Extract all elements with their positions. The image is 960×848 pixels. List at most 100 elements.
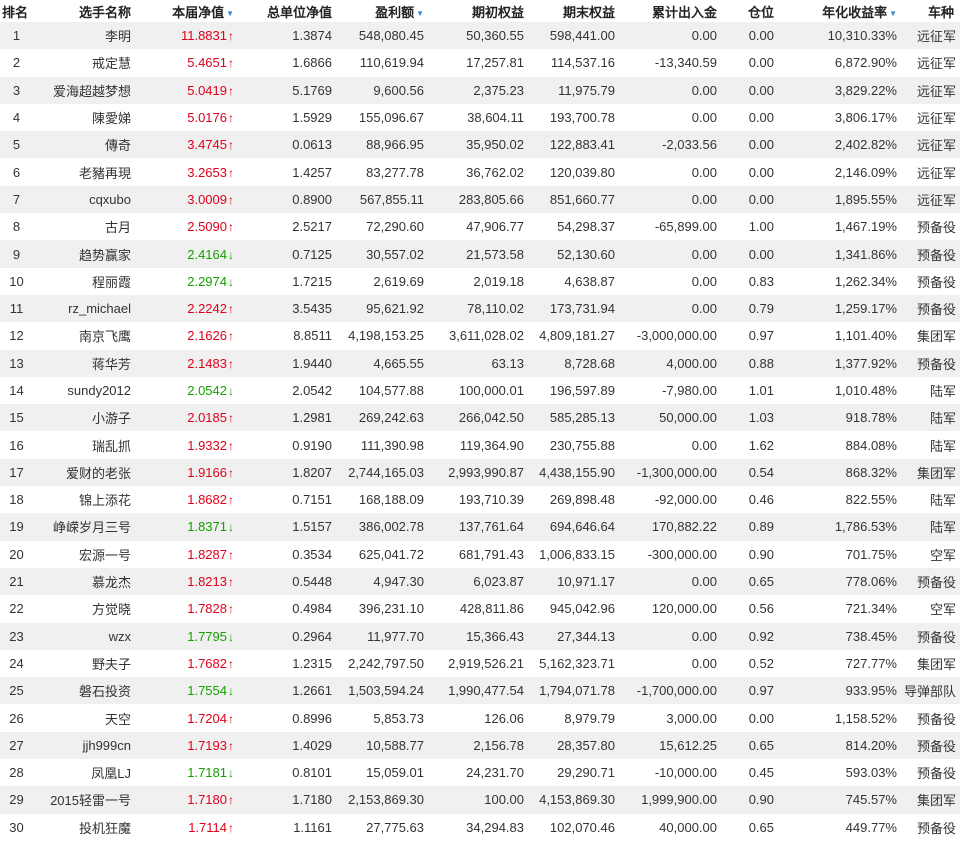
player-name-link[interactable]: 陳愛娣 <box>33 104 137 131</box>
col-header-type[interactable]: 车种 <box>903 0 960 22</box>
col-header-start-equity[interactable]: 期初权益 <box>430 0 530 22</box>
col-header-position[interactable]: 仓位 <box>723 0 780 22</box>
player-name-link[interactable]: 方觉晓 <box>33 595 137 622</box>
sort-down-icon[interactable]: ▼ <box>226 9 234 18</box>
table-row[interactable]: 19 峥嵘岁月三号 1.8371↓ 1.5157 386,002.78 137,761.6… <box>0 513 960 541</box>
player-name-link[interactable]: 古月 <box>33 213 137 240</box>
player-name-link[interactable]: 宏源一号 <box>33 541 137 568</box>
end-equity-cell: 28,357.80 <box>557 737 615 753</box>
player-name-link[interactable]: 爱财的老张 <box>33 459 137 486</box>
player-name-link[interactable]: 戒定慧 <box>33 49 137 76</box>
table-row[interactable]: 2 戒定慧 5.4651↑ 1.6866 110,619.94 17,257.81 114,… <box>0 49 960 77</box>
player-name-link[interactable]: 蒋华芳 <box>33 350 137 377</box>
table-row[interactable]: 29 2015轻雷一号 1.7180↑ 1.7180 2,153,869.30 100.0… <box>0 786 960 814</box>
table-row[interactable]: 1 李明 11.8831↑ 1.3874 548,080.45 50,360.55 598,… <box>0 22 960 50</box>
table-row[interactable]: 27 jjh999cn 1.7193↑ 1.4029 10,588.77 2,156.78… <box>0 731 960 760</box>
table-row[interactable]: 15 小游子 2.0185↑ 1.2981 269,242.63 266,042.50 58… <box>0 404 960 432</box>
table-row[interactable]: 9 趋势赢家 2.4164↓ 0.7125 30,557.02 21,573.58 52,1… <box>0 240 960 268</box>
table-row[interactable]: 25 磐石投资 1.7554↓ 1.2661 1,503,594.24 1,990,477… <box>0 677 960 705</box>
end-equity-cell: 1,006,833.15 <box>539 546 615 562</box>
sort-down-icon[interactable]: ▼ <box>889 9 897 18</box>
player-name-link[interactable]: sundy2012 <box>33 377 137 404</box>
sort-down-icon[interactable]: ▼ <box>416 9 424 18</box>
player-name-link[interactable]: 南京飞鹰 <box>33 322 137 349</box>
table-row[interactable]: 28 凤凰LJ 1.7181↓ 0.8101 15,059.01 24,231.70 29,… <box>0 759 960 787</box>
table-row[interactable]: 12 南京飞鹰 2.1626↑ 8.8511 4,198,153.25 3,611,028… <box>0 322 960 350</box>
table-row[interactable]: 5 傳奇 3.4745↑ 0.0613 88,966.95 35,950.02 122,88… <box>0 131 960 159</box>
nav-value: 2.0542 <box>187 383 227 398</box>
start-equity-cell: 137,761.64 <box>458 519 524 535</box>
player-name-link[interactable]: 瑞乱抓 <box>33 431 137 458</box>
total-nav-cell: 8.8511 <box>293 328 332 344</box>
col-header-flow[interactable]: 累计出入金 <box>621 0 723 22</box>
player-name-link[interactable]: 李明 <box>33 22 137 49</box>
table-row[interactable]: 7 cqxubo 3.0009↑ 0.8900 567,855.11 283,805.66… <box>0 185 960 214</box>
player-name-link[interactable]: 傳奇 <box>33 131 137 158</box>
table-row[interactable]: 10 程丽霞 2.2974↓ 1.7215 2,619.69 2,019.18 4,638.… <box>0 267 960 295</box>
annual-return-cell: 3,806.17% <box>834 110 897 126</box>
table-row[interactable]: 6 老豬再現 3.2653↑ 1.4257 83,277.78 36,762.02 120,… <box>0 158 960 186</box>
player-name-link[interactable]: 程丽霞 <box>33 268 137 295</box>
table-row[interactable]: 23 wzx 1.7795↓ 0.2964 11,977.70 15,366.43 27,3… <box>0 622 960 650</box>
annual-return-cell: 449.77% <box>845 819 897 835</box>
table-row[interactable]: 11 rz_michael 2.2242↑ 3.5435 95,621.92 78,110… <box>0 294 960 323</box>
player-name-link[interactable]: rz_michael <box>33 295 137 322</box>
arrow-up-icon: ↑ <box>228 711 234 726</box>
player-name-link[interactable]: 投机狂魔 <box>33 814 137 841</box>
end-equity-cell: 27,344.13 <box>557 628 615 644</box>
col-header-end-equity[interactable]: 期末权益 <box>530 0 621 22</box>
table-row[interactable]: 30 投机狂魔 1.7114↑ 1.1161 27,775.63 34,294.83 102… <box>0 813 960 841</box>
table-row[interactable]: 26 天空 1.7204↑ 0.8996 5,853.73 126.06 8,979.79 3… <box>0 704 960 732</box>
table-row[interactable]: 16 瑞乱抓 1.9332↑ 0.9190 111,390.98 119,364.90 23… <box>0 431 960 459</box>
player-name-link[interactable]: jjh999cn <box>33 732 137 759</box>
player-name-link[interactable]: 小游子 <box>33 404 137 431</box>
type-cell: 预备役 <box>916 247 956 263</box>
player-name-link[interactable]: 磐石投资 <box>33 677 137 704</box>
table-row[interactable]: 4 陳愛娣 5.0176↑ 1.5929 155,096.67 38,604.11 193,… <box>0 103 960 132</box>
col-header-profit[interactable]: 盈利额 ▼ <box>338 0 430 22</box>
player-name-link[interactable]: 慕龙杰 <box>33 568 137 595</box>
flow-cell: -10,000.00 <box>654 765 717 781</box>
table-row[interactable]: 18 锦上添花 1.8682↑ 0.7151 168,188.09 193,710.39 2… <box>0 486 960 514</box>
table-row[interactable]: 13 蒋华芳 2.1483↑ 1.9440 4,665.55 63.13 8,728.68 4… <box>0 349 960 377</box>
table-row[interactable]: 21 慕龙杰 1.8213↑ 0.5448 4,947.30 6,023.87 10,971… <box>0 567 960 596</box>
table-row[interactable]: 3 爱海超越梦想 5.0419↑ 5.1769 9,600.56 2,375.23 11,9… <box>0 76 960 104</box>
col-header-rank[interactable]: 排名 <box>0 0 33 22</box>
player-name-link[interactable]: 野夫子 <box>33 650 137 677</box>
rank-cell: 3 <box>12 82 21 98</box>
table-row[interactable]: 14 sundy2012 2.0542↓ 2.0542 104,577.88 100,00… <box>0 376 960 405</box>
player-name-link[interactable]: 凤凰LJ <box>33 759 137 786</box>
annual-return-cell: 6,872.90% <box>834 55 897 71</box>
rank-cell: 20 <box>9 546 24 562</box>
player-name-link[interactable]: 趋势赢家 <box>33 240 137 267</box>
table-row[interactable]: 17 爱财的老张 1.9166↑ 1.8207 2,744,165.03 2,993,99… <box>0 458 960 487</box>
start-equity-cell: 2,019.18 <box>473 273 524 289</box>
player-name-link[interactable]: 爱海超越梦想 <box>33 77 137 104</box>
total-nav-cell: 5.1769 <box>292 82 332 98</box>
col-header-name[interactable]: 选手名称 <box>33 0 137 22</box>
total-nav-cell: 0.4984 <box>292 601 332 617</box>
col-header-nav[interactable]: 本届净值 ▼ <box>137 0 238 22</box>
col-header-annual[interactable]: 年化收益率 ▼ <box>780 0 903 22</box>
total-nav-cell: 0.8996 <box>292 710 332 726</box>
player-name-link[interactable]: cqxubo <box>33 186 137 213</box>
rank-cell: 6 <box>12 164 21 180</box>
table-row[interactable]: 24 野夫子 1.7682↑ 1.2315 2,242,797.50 2,919,526.… <box>0 649 960 678</box>
player-name-link[interactable]: 2015轻雷一号 <box>33 786 137 813</box>
table-row[interactable]: 20 宏源一号 1.8287↑ 0.3534 625,041.72 681,791.43 1… <box>0 540 960 568</box>
player-name-link[interactable]: 锦上添花 <box>33 486 137 513</box>
position-cell: 0.00 <box>748 82 774 98</box>
table-row[interactable]: 8 古月 2.5090↑ 2.5217 72,290.60 47,906.77 54,298… <box>0 213 960 241</box>
flow-cell: 15,612.25 <box>659 737 717 753</box>
player-name-link[interactable]: 天空 <box>33 704 137 731</box>
nav-value: 1.8371 <box>187 519 227 535</box>
player-name-link[interactable]: wzx <box>33 623 137 650</box>
player-name-link[interactable]: 老豬再現 <box>33 158 137 185</box>
player-name-link[interactable]: 峥嵘岁月三号 <box>33 513 137 540</box>
flow-cell: 1,999,900.00 <box>641 792 717 808</box>
col-header-total-nav[interactable]: 总单位净值 <box>238 0 338 22</box>
type-cell: 集团军 <box>916 329 956 345</box>
nav-cell: 1.9332↑ <box>137 431 238 458</box>
table-row[interactable]: 22 方觉晓 1.7828↑ 0.4984 396,231.10 428,811.86 94… <box>0 595 960 623</box>
position-cell: 0.00 <box>748 164 774 180</box>
